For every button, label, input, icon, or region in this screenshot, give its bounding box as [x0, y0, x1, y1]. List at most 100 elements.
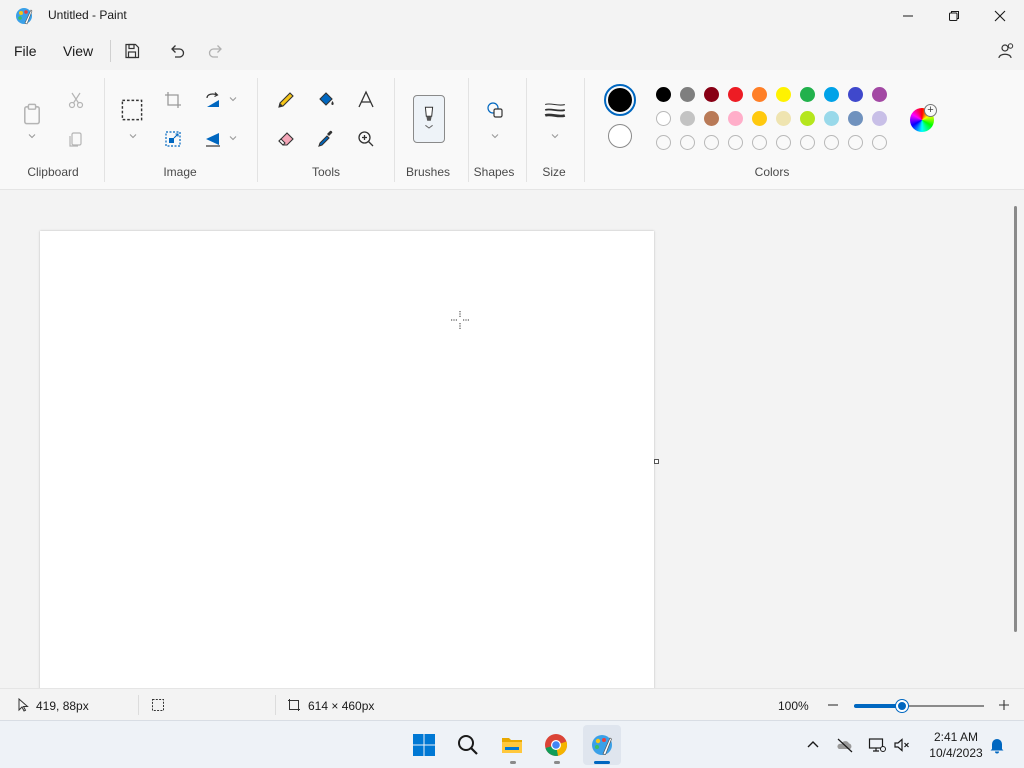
- chrome-button[interactable]: [540, 729, 572, 761]
- custom-color-slot[interactable]: [872, 135, 887, 150]
- flip-button[interactable]: [197, 123, 229, 155]
- pencil-button[interactable]: [270, 84, 302, 116]
- scissors-icon: [68, 92, 84, 109]
- custom-color-slot[interactable]: [824, 135, 839, 150]
- paint-taskbar-button[interactable]: [586, 729, 618, 761]
- network-icon[interactable]: [868, 736, 886, 754]
- palette-swatch[interactable]: [728, 111, 743, 126]
- menu-view[interactable]: View: [63, 43, 93, 59]
- drawing-canvas[interactable]: [40, 231, 654, 688]
- palette-swatch[interactable]: [848, 111, 863, 126]
- paint-bucket-icon: [319, 92, 334, 106]
- palette-swatch[interactable]: [800, 87, 815, 102]
- undo-button[interactable]: [162, 38, 192, 64]
- palette-swatch[interactable]: [776, 87, 791, 102]
- palette-swatch[interactable]: [824, 111, 839, 126]
- custom-color-slot[interactable]: [680, 135, 695, 150]
- custom-color-slot[interactable]: [800, 135, 815, 150]
- select-button[interactable]: [116, 94, 148, 126]
- text-button[interactable]: [350, 84, 382, 116]
- size-button[interactable]: [539, 94, 571, 126]
- palette-swatch[interactable]: [752, 111, 767, 126]
- eraser-button[interactable]: [270, 123, 302, 155]
- fill-button[interactable]: [310, 84, 342, 116]
- shapes-button[interactable]: [479, 94, 511, 126]
- save-button[interactable]: [117, 38, 147, 64]
- ribbon-separator: [394, 78, 395, 182]
- selection-size-icon: [152, 699, 164, 711]
- custom-color-slot[interactable]: [656, 135, 671, 150]
- palette-swatch[interactable]: [752, 87, 767, 102]
- cut-button[interactable]: [60, 84, 92, 116]
- palette-swatch[interactable]: [704, 87, 719, 102]
- crop-icon: [165, 92, 181, 108]
- rotate-button[interactable]: [197, 84, 229, 116]
- restore-button[interactable]: [931, 0, 977, 32]
- zoom-in-icon[interactable]: [997, 698, 1011, 712]
- rotate-chevron-icon[interactable]: [228, 94, 238, 104]
- palette-swatch[interactable]: [848, 87, 863, 102]
- palette-swatch[interactable]: [680, 111, 695, 126]
- paste-chevron-icon[interactable]: [27, 131, 37, 141]
- account-button[interactable]: [990, 38, 1020, 64]
- close-button[interactable]: [977, 0, 1023, 32]
- primary-color-selector[interactable]: [604, 84, 636, 116]
- redo-button[interactable]: [201, 38, 231, 64]
- onedrive-offline-icon[interactable]: [836, 736, 854, 754]
- group-label-colors: Colors: [754, 165, 790, 179]
- custom-color-slot[interactable]: [728, 135, 743, 150]
- magnifier-button[interactable]: [350, 123, 382, 155]
- secondary-color-swatch[interactable]: [608, 124, 632, 148]
- undo-icon: [171, 45, 185, 58]
- flip-chevron-icon[interactable]: [228, 133, 238, 143]
- palette-swatch[interactable]: [800, 111, 815, 126]
- palette-swatch[interactable]: [656, 111, 671, 126]
- minimize-button[interactable]: [885, 0, 931, 32]
- edit-colors-button[interactable]: +: [910, 104, 937, 132]
- zoom-slider[interactable]: [854, 700, 984, 712]
- canvas-workspace: [0, 190, 1024, 688]
- crop-button[interactable]: [157, 84, 189, 116]
- shapes-icon: [487, 102, 503, 118]
- group-label-image: Image: [163, 165, 197, 179]
- menu-file[interactable]: File: [14, 43, 37, 59]
- start-button[interactable]: [408, 729, 440, 761]
- minimize-icon: [903, 15, 913, 17]
- taskbar-clock[interactable]: 2:41 AM 10/4/2023: [920, 729, 992, 761]
- close-icon: [994, 10, 1006, 22]
- palette-swatch[interactable]: [656, 87, 671, 102]
- zoom-slider-thumb[interactable]: [896, 700, 909, 712]
- copy-button[interactable]: [60, 123, 92, 155]
- color-picker-button[interactable]: [310, 123, 342, 155]
- volume-muted-icon[interactable]: [893, 736, 911, 754]
- palette-swatch[interactable]: [704, 111, 719, 126]
- shapes-chevron-icon[interactable]: [490, 131, 500, 141]
- group-label-shapes: Shapes: [473, 165, 515, 179]
- paste-button[interactable]: [16, 94, 48, 134]
- custom-color-slot[interactable]: [776, 135, 791, 150]
- palette-swatch[interactable]: [872, 111, 887, 126]
- canvas-size: 614 × 460px: [308, 699, 375, 713]
- palette-swatch[interactable]: [680, 87, 695, 102]
- ribbon-separator: [257, 78, 258, 182]
- chevron-up-icon[interactable]: [804, 736, 822, 754]
- size-chevron-icon[interactable]: [550, 131, 560, 141]
- palette-swatch[interactable]: [872, 87, 887, 102]
- custom-color-slot[interactable]: [752, 135, 767, 150]
- custom-color-slot[interactable]: [704, 135, 719, 150]
- palette-swatch[interactable]: [776, 111, 791, 126]
- group-label-size: Size: [542, 165, 566, 179]
- resize-button[interactable]: [157, 123, 189, 155]
- palette-swatch[interactable]: [824, 87, 839, 102]
- palette-swatch[interactable]: [728, 87, 743, 102]
- file-explorer-button[interactable]: [496, 729, 528, 761]
- custom-color-slot[interactable]: [848, 135, 863, 150]
- notification-bell-icon[interactable]: [988, 736, 1006, 754]
- canvas-resize-handle-right[interactable]: [654, 459, 659, 464]
- window-title: Untitled - Paint: [48, 8, 127, 22]
- search-button[interactable]: [452, 729, 484, 761]
- vertical-scrollbar[interactable]: [1014, 206, 1017, 632]
- select-chevron-icon[interactable]: [128, 131, 138, 141]
- zoom-out-icon[interactable]: [826, 698, 840, 712]
- brushes-button[interactable]: [413, 95, 445, 143]
